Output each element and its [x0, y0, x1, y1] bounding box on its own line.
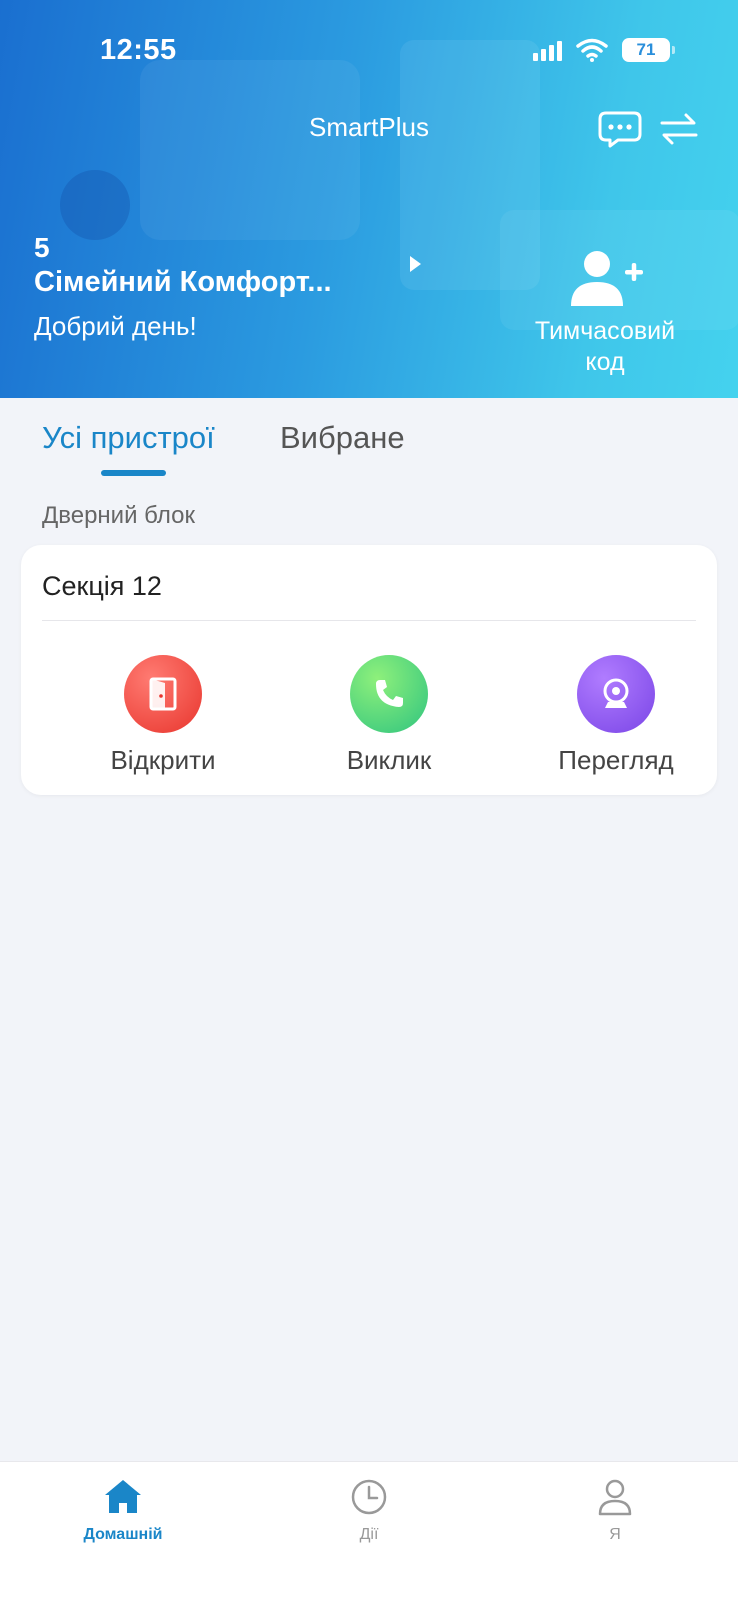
community-number[interactable]: 5 — [34, 232, 50, 264]
header: 12:55 71 SmartPlus 5 Сімейний Комфорт...… — [0, 0, 738, 398]
tab-indicator — [101, 470, 166, 476]
open-door-label: Відкрити — [110, 745, 216, 775]
monitor-button[interactable]: Перегляд — [526, 655, 706, 776]
status-time: 12:55 — [100, 34, 177, 66]
status-icons: 71 — [533, 38, 675, 62]
tab-all-devices[interactable]: Усі пристрої — [42, 420, 215, 456]
temp-code-label: Тимчасовий код — [534, 317, 676, 376]
signal-icon — [533, 39, 562, 61]
camera-icon — [577, 655, 655, 733]
section-label: Дверний блок — [42, 502, 195, 529]
call-button[interactable]: Виклик — [299, 655, 479, 776]
nav-profile[interactable]: Я — [545, 1476, 685, 1544]
person-icon — [598, 1479, 632, 1516]
door-icon — [124, 655, 202, 733]
device-tabs: Усі пристрої Вибране — [0, 398, 738, 478]
phone-icon — [350, 655, 428, 733]
device-name: Секція 12 — [42, 571, 162, 601]
nav-home-label: Домашній — [83, 1526, 163, 1543]
message-icon[interactable] — [598, 110, 642, 148]
add-user-icon — [571, 251, 643, 306]
nav-profile-label: Я — [609, 1526, 621, 1543]
decor-shape — [60, 170, 130, 240]
device-card: Секція 12 Відкрити Виклик Перегляд — [21, 545, 717, 795]
battery-indicator: 71 — [622, 38, 675, 62]
home-icon — [105, 1480, 141, 1513]
tab-favorites[interactable]: Вибране — [280, 420, 405, 456]
temp-code-button[interactable]: Тимчасовий код — [520, 248, 690, 378]
caret-right-icon[interactable] — [408, 255, 422, 273]
clock-icon — [351, 1479, 387, 1515]
nav-actions[interactable]: Дії — [299, 1476, 439, 1544]
nav-actions-label: Дії — [359, 1526, 379, 1543]
divider — [42, 620, 696, 621]
greeting: Добрий день! — [34, 311, 197, 341]
wifi-icon — [576, 38, 608, 62]
bottom-nav: Домашній Дії Я — [0, 1461, 738, 1599]
call-label: Виклик — [346, 745, 432, 775]
switch-icon[interactable] — [658, 110, 700, 148]
monitor-label: Перегляд — [558, 745, 674, 775]
decor-shape — [140, 60, 360, 240]
open-door-button[interactable]: Відкрити — [73, 655, 253, 776]
community-name[interactable]: Сімейний Комфорт... — [34, 266, 332, 299]
nav-home[interactable]: Домашній — [53, 1476, 193, 1544]
